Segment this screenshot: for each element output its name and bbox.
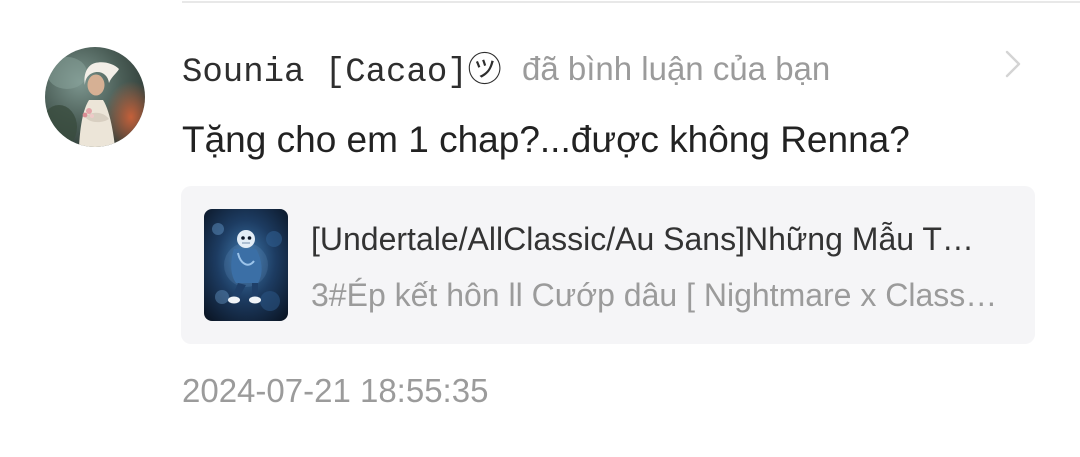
story-cover-art <box>204 209 288 321</box>
story-card[interactable]: [Undertale/AllClassic/Au Sans]Những Mẫu … <box>181 186 1035 344</box>
notification-timestamp: 2024-07-21 18:55:35 <box>182 372 489 409</box>
comment-notification[interactable]: Sounia [Cacao]㋡ đã bình luận của bạn Tặn… <box>0 0 1080 457</box>
avatar[interactable] <box>45 47 145 147</box>
story-cover-image <box>204 209 288 321</box>
chevron-right-icon[interactable] <box>1000 47 1026 81</box>
story-chapter-title: 3#Ép kết hôn ll Cướp dâu [ Nightmare x C… <box>311 277 998 313</box>
chevron-right-glyph <box>1005 50 1021 78</box>
commenter-username[interactable]: Sounia [Cacao]㋡ <box>182 53 502 93</box>
notification-action-text: đã bình luận của bạn <box>522 50 831 87</box>
comment-text: Tặng cho em 1 chap?...được không Renna? <box>182 119 910 160</box>
avatar-image <box>45 47 145 147</box>
story-title: [Undertale/AllClassic/Au Sans]Những Mẫu … <box>311 221 974 257</box>
